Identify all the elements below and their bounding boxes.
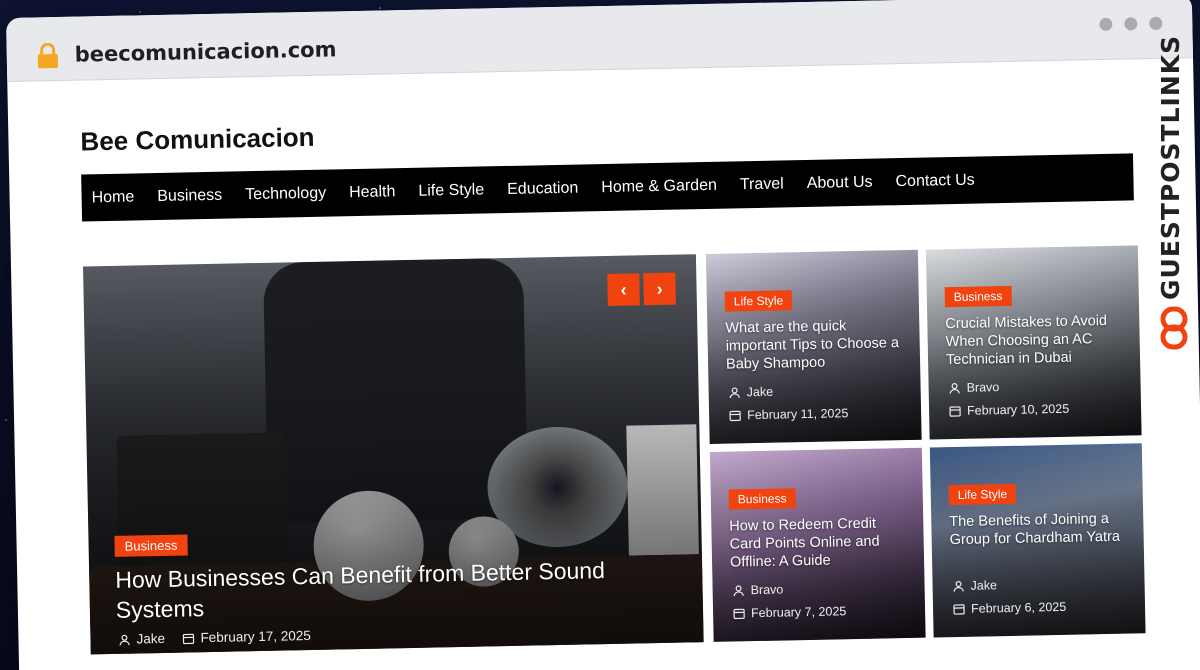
- main-nav: Home Business Technology Health Life Sty…: [81, 153, 1134, 222]
- calendar-icon: [182, 633, 195, 644]
- post-card[interactable]: Life Style What are the quick important …: [705, 249, 922, 444]
- post-date: February 6, 2025: [953, 600, 1066, 616]
- nav-item-home[interactable]: Home: [91, 188, 134, 207]
- nav-item-contact-us[interactable]: Contact Us: [895, 171, 974, 191]
- post-author[interactable]: Jake: [729, 384, 774, 400]
- author-name: Bravo: [966, 380, 1000, 395]
- date-text: February 10, 2025: [966, 401, 1070, 418]
- author-name: Jake: [970, 578, 998, 593]
- window-controls: [1099, 16, 1163, 32]
- browser-window: beecomunicacion.com Bee Comunicacion Hom…: [6, 0, 1200, 670]
- slider-controls: ‹ ›: [607, 272, 676, 306]
- slider-prev-button[interactable]: ‹: [607, 273, 640, 306]
- nav-item-health[interactable]: Health: [349, 183, 396, 202]
- post-card[interactable]: Business How to Redeem Credit Card Point…: [709, 447, 926, 642]
- post-author[interactable]: Bravo: [732, 583, 783, 598]
- url-text[interactable]: beecomunicacion.com: [75, 37, 337, 66]
- user-icon: [119, 634, 130, 645]
- author-name: Jake: [136, 630, 166, 647]
- post-title[interactable]: Crucial Mistakes to Avoid When Choosing …: [945, 312, 1126, 370]
- post-author[interactable]: Jake: [952, 578, 997, 593]
- date-text: February 7, 2025: [750, 604, 847, 621]
- post-author[interactable]: Jake: [118, 631, 165, 647]
- window-dot[interactable]: [1124, 17, 1138, 31]
- site-title[interactable]: Bee Comunicacion: [80, 122, 315, 158]
- category-badge[interactable]: Business: [114, 534, 188, 557]
- post-card[interactable]: Life Style The Benefits of Joining a Gro…: [929, 443, 1146, 638]
- user-icon: [953, 580, 964, 592]
- window-dot[interactable]: [1149, 16, 1163, 31]
- nav-item-business[interactable]: Business: [157, 186, 222, 205]
- hero-title[interactable]: How Businesses Can Benefit from Better S…: [115, 555, 636, 625]
- category-badge[interactable]: Business: [728, 488, 796, 510]
- window-dot[interactable]: [1099, 17, 1113, 32]
- post-title[interactable]: The Benefits of Joining a Group for Char…: [949, 510, 1130, 550]
- lock-icon: [37, 42, 58, 69]
- slider-next-button[interactable]: ›: [643, 272, 676, 306]
- date-text: February 11, 2025: [746, 406, 849, 423]
- date-text: February 6, 2025: [970, 599, 1067, 616]
- calendar-icon: [949, 406, 961, 417]
- link-icon: [1160, 306, 1188, 350]
- author-name: Bravo: [750, 582, 784, 598]
- nav-item-life-style[interactable]: Life Style: [418, 181, 484, 200]
- post-date: February 11, 2025: [729, 406, 848, 422]
- user-icon: [729, 387, 740, 399]
- watermark: GUESTPOSTLINKS: [1156, 34, 1192, 360]
- post-title[interactable]: What are the quick important Tips to Cho…: [725, 316, 906, 374]
- calendar-icon: [733, 608, 745, 620]
- date-text: February 17, 2025: [200, 628, 311, 646]
- post-title[interactable]: How to Redeem Credit Card Points Online …: [729, 514, 910, 572]
- nav-item-home-garden[interactable]: Home & Garden: [601, 176, 717, 196]
- nav-item-technology[interactable]: Technology: [245, 184, 326, 204]
- post-date: February 17, 2025: [182, 628, 311, 646]
- post-date: February 10, 2025: [949, 402, 1069, 418]
- watermark-text: GUESTPOSTLINKS: [1156, 34, 1185, 300]
- category-badge[interactable]: Life Style: [724, 290, 793, 312]
- calendar-icon: [953, 604, 965, 615]
- user-icon: [949, 383, 960, 394]
- post-card[interactable]: Business Crucial Mistakes to Avoid When …: [925, 245, 1142, 440]
- calendar-icon: [729, 410, 741, 422]
- nav-item-education[interactable]: Education: [507, 179, 579, 198]
- category-badge[interactable]: Business: [944, 285, 1012, 308]
- author-name: Jake: [746, 384, 774, 400]
- post-date: February 7, 2025: [733, 604, 846, 620]
- nav-item-about-us[interactable]: About Us: [807, 173, 873, 192]
- hero-slide[interactable]: ‹ › Business How Businesses Can Benefit …: [83, 254, 704, 655]
- category-badge[interactable]: Life Style: [948, 483, 1017, 506]
- nav-item-travel[interactable]: Travel: [740, 175, 784, 194]
- user-icon: [733, 585, 744, 597]
- post-author[interactable]: Bravo: [948, 380, 999, 395]
